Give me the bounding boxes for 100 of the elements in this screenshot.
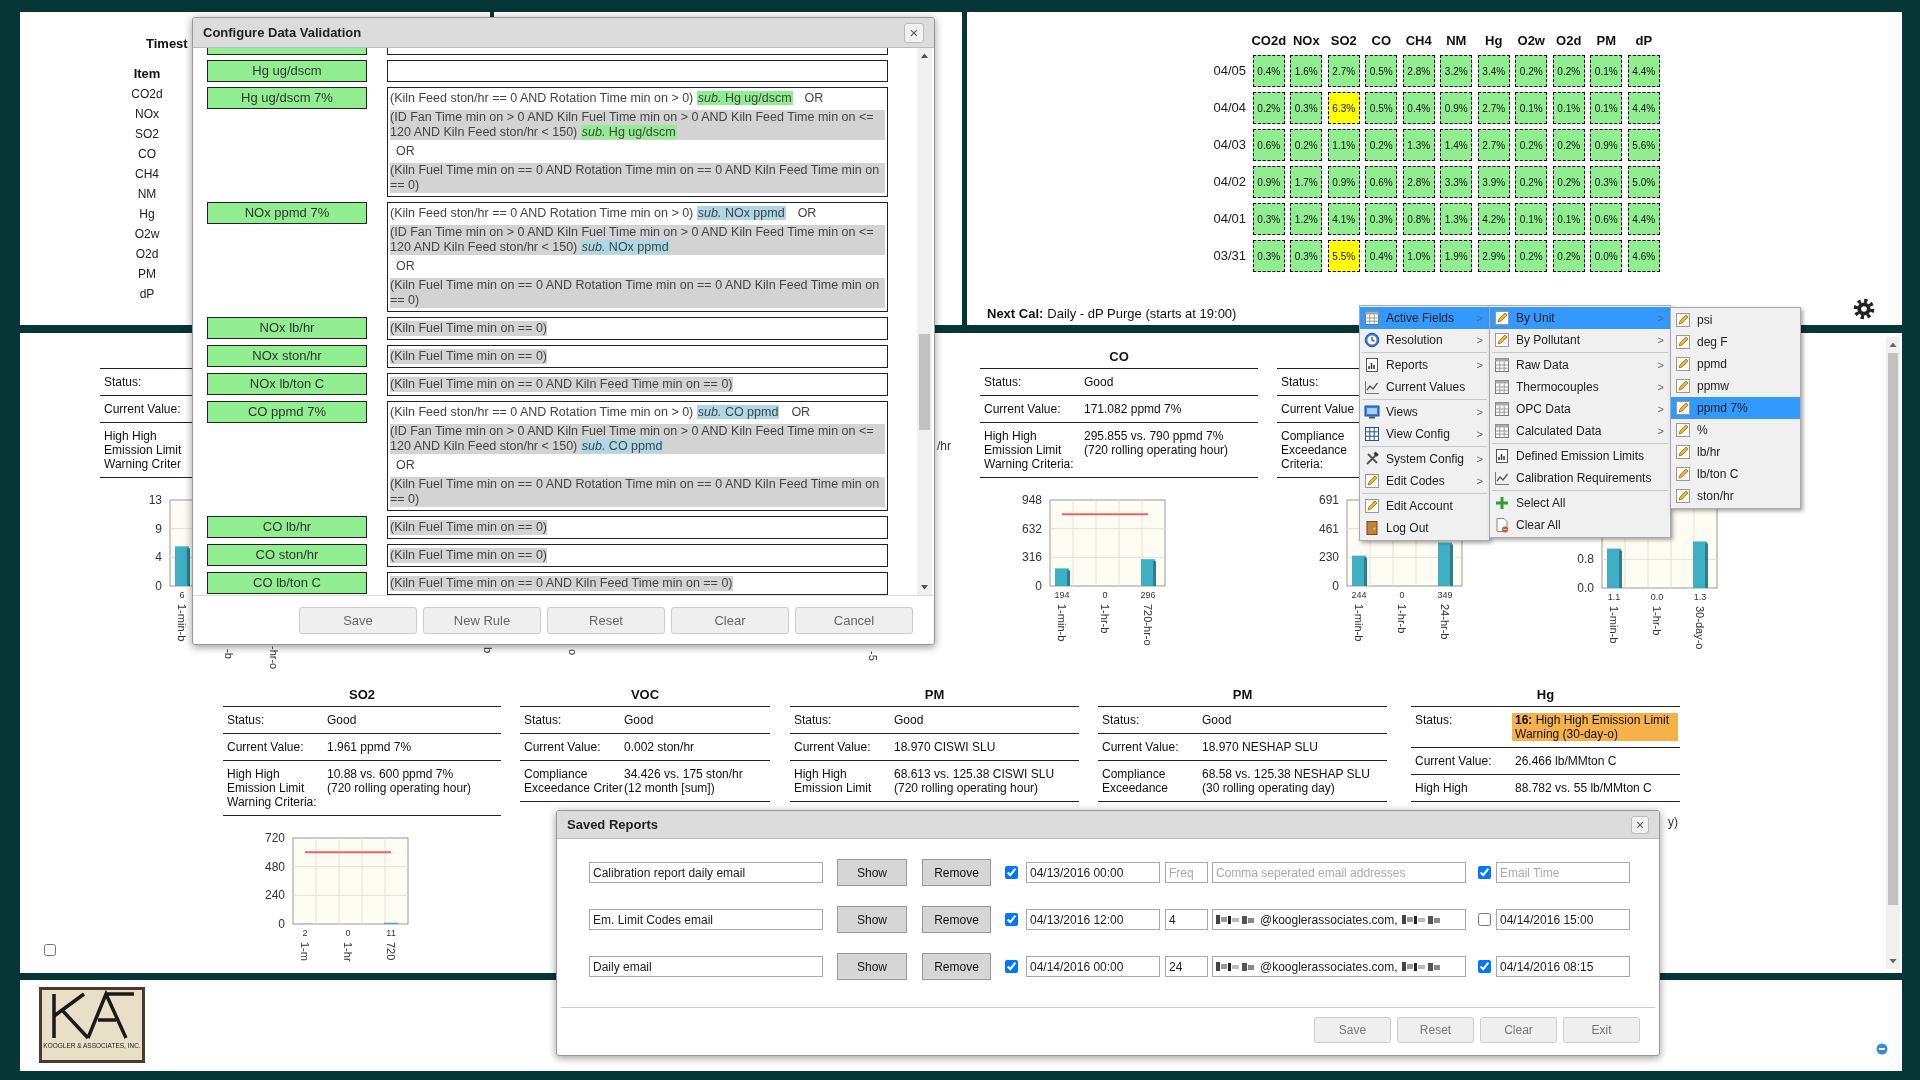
dialog-button[interactable]: Clear xyxy=(671,607,789,634)
scrollbar[interactable] xyxy=(1886,337,1900,969)
name-field[interactable]: Daily email xyxy=(589,956,823,977)
condition-text: (ID Fan Time min on > 0 AND Kiln Fuel Time min on > 0 AND Kiln Feed Time min on <= 120 AND Kiln Feed ston/hr < 150) sub. CO ppmd xyxy=(390,424,885,454)
menu-item[interactable]: By Unit > xyxy=(1490,307,1670,329)
close-button[interactable]: × xyxy=(1631,815,1649,834)
frequency-field[interactable]: 24 xyxy=(1165,956,1208,977)
remove-button[interactable]: Remove xyxy=(922,906,991,933)
frequency-field[interactable]: 4 xyxy=(1165,909,1208,930)
show-button[interactable]: Show xyxy=(837,859,907,886)
menu-item[interactable]: Edit Account xyxy=(1360,495,1489,517)
status-icon[interactable] xyxy=(1876,1043,1888,1055)
field-label: Status: xyxy=(1415,713,1453,727)
heatmap-cell: 0.5% xyxy=(1365,92,1398,124)
field-note: (30 rolling operating day) xyxy=(1202,781,1335,795)
name-field[interactable]: Calibration report daily email xyxy=(589,862,823,883)
checkbox[interactable] xyxy=(1478,913,1491,926)
field-tag[interactable]: Hg ug/dscm xyxy=(207,60,367,82)
axis-tick-label: 0 xyxy=(155,579,162,593)
field-tag[interactable]: Hg ug/dscm 7% xyxy=(207,87,367,109)
checkbox[interactable] xyxy=(1478,866,1491,879)
dialog-button[interactable]: Save xyxy=(1314,1017,1391,1043)
menu-item[interactable]: Defined Emission Limits xyxy=(1490,445,1670,467)
dialog-button[interactable]: Exit xyxy=(1563,1017,1640,1043)
menu-item[interactable]: ppmw xyxy=(1671,375,1800,397)
menu-item[interactable]: Active Fields > xyxy=(1360,307,1489,329)
menu-item[interactable]: ppmd xyxy=(1671,353,1800,375)
email-field[interactable]: Comma seperated email addresses xyxy=(1212,862,1466,883)
menu-item[interactable]: psi xyxy=(1671,309,1800,331)
or-label: OR xyxy=(791,405,811,420)
menu-item[interactable]: % xyxy=(1671,419,1800,441)
checkbox[interactable] xyxy=(44,944,56,956)
value-label: 0 xyxy=(345,928,351,938)
settings-icon[interactable] xyxy=(1853,298,1875,320)
show-button[interactable]: Show xyxy=(837,906,907,933)
checkbox[interactable] xyxy=(1005,960,1018,973)
menu-item[interactable]: Calibration Requirements xyxy=(1490,467,1670,489)
menu-item[interactable]: Log Out xyxy=(1360,517,1489,539)
dialog-button[interactable]: Cancel xyxy=(795,607,913,634)
menu-item[interactable]: Current Values xyxy=(1360,376,1489,398)
date-field[interactable]: 04/14/2016 00:00 xyxy=(1026,956,1160,977)
field-tag[interactable]: CO ston/hr xyxy=(207,544,367,566)
menu-item[interactable]: Select All xyxy=(1490,492,1670,514)
time-field[interactable]: Email Time xyxy=(1496,862,1630,883)
heatmap-cell: 0.4% xyxy=(1365,240,1398,272)
condition-text: (Kiln Feed ston/hr == 0 AND Rotation Time min on > 0) sub. NOx ppmd xyxy=(390,206,786,221)
close-button[interactable]: × xyxy=(904,22,924,43)
menu-item[interactable]: OPC Data > xyxy=(1490,398,1670,420)
axis-label: 1-hr-b xyxy=(1396,604,1408,634)
field-tag[interactable]: NOx ston/hr xyxy=(207,345,367,367)
field-tag[interactable]: NOx ppmd 7% xyxy=(207,202,367,224)
menu-item[interactable]: Raw Data > xyxy=(1490,354,1670,376)
email-field[interactable]: @kooglerassociates.com, xyxy=(1212,909,1466,930)
field-tag[interactable]: CO lb/hr xyxy=(207,516,367,538)
remove-button[interactable]: Remove xyxy=(922,953,991,980)
menu-item[interactable]: deg F xyxy=(1671,331,1800,353)
menu-item[interactable]: By Pollutant > xyxy=(1490,329,1670,351)
menu-item[interactable]: Reports > xyxy=(1360,354,1489,376)
heatmap-cell: 0.1% xyxy=(1590,92,1623,124)
checkbox[interactable] xyxy=(1478,960,1491,973)
field-tag[interactable]: CO ppmd 7% xyxy=(207,401,367,423)
menu-item[interactable]: lb/ton C xyxy=(1671,463,1800,485)
dialog-button[interactable]: Clear xyxy=(1480,1017,1557,1043)
heatmap-cell: 2.7% xyxy=(1327,55,1360,87)
dialog-button[interactable]: Reset xyxy=(1397,1017,1474,1043)
menu-item[interactable]: ppmd 7% xyxy=(1671,397,1800,419)
time-field[interactable]: 04/14/2016 08:15 xyxy=(1496,956,1630,977)
menu-item[interactable]: Thermocouples > xyxy=(1490,376,1670,398)
time-field[interactable]: 04/14/2016 15:00 xyxy=(1496,909,1630,930)
dialog-button[interactable]: Save xyxy=(299,607,417,634)
date-field[interactable]: 04/13/2016 12:00 xyxy=(1026,909,1160,930)
menu-item[interactable]: lb/hr xyxy=(1671,441,1800,463)
checkbox[interactable] xyxy=(1005,913,1018,926)
show-button[interactable]: Show xyxy=(837,953,907,980)
menu-item[interactable]: Resolution > xyxy=(1360,329,1489,351)
field-label: Current Value xyxy=(1281,402,1355,416)
axis-label: 720-hr-o xyxy=(1142,604,1154,646)
frequency-field[interactable]: Freq xyxy=(1165,862,1208,883)
menu-item[interactable]: View Config > xyxy=(1360,423,1489,445)
menu-item[interactable]: System Config > xyxy=(1360,448,1489,470)
menu-item[interactable]: Edit Codes > xyxy=(1360,470,1489,492)
field-tag[interactable]: CO lb/ton C xyxy=(207,572,367,594)
field-tag[interactable]: NOx lb/hr xyxy=(207,317,367,339)
field-label: High High Emission Limit Warning Criter xyxy=(104,429,183,471)
date-field[interactable]: 04/13/2016 00:00 xyxy=(1026,862,1160,883)
or-label: OR xyxy=(395,144,415,159)
email-field[interactable]: @kooglerassociates.com, xyxy=(1212,956,1466,977)
scrollbar[interactable] xyxy=(917,48,932,595)
menu-item[interactable]: ston/hr xyxy=(1671,485,1800,507)
name-field[interactable]: Em. Limit Codes email xyxy=(589,909,823,930)
menu-item[interactable]: Views > xyxy=(1360,401,1489,423)
heatmap-cell: 0.9% xyxy=(1252,166,1285,198)
dialog-button[interactable]: New Rule xyxy=(423,607,541,634)
field-tag[interactable]: NOx lb/ton C xyxy=(207,373,367,395)
checkbox[interactable] xyxy=(1005,866,1018,879)
dialog-button[interactable]: Reset xyxy=(547,607,665,634)
remove-button[interactable]: Remove xyxy=(922,859,991,886)
axis-tick-label: 0 xyxy=(1035,579,1042,593)
menu-item[interactable]: Clear All xyxy=(1490,514,1670,536)
menu-item[interactable]: Calculated Data > xyxy=(1490,420,1670,442)
